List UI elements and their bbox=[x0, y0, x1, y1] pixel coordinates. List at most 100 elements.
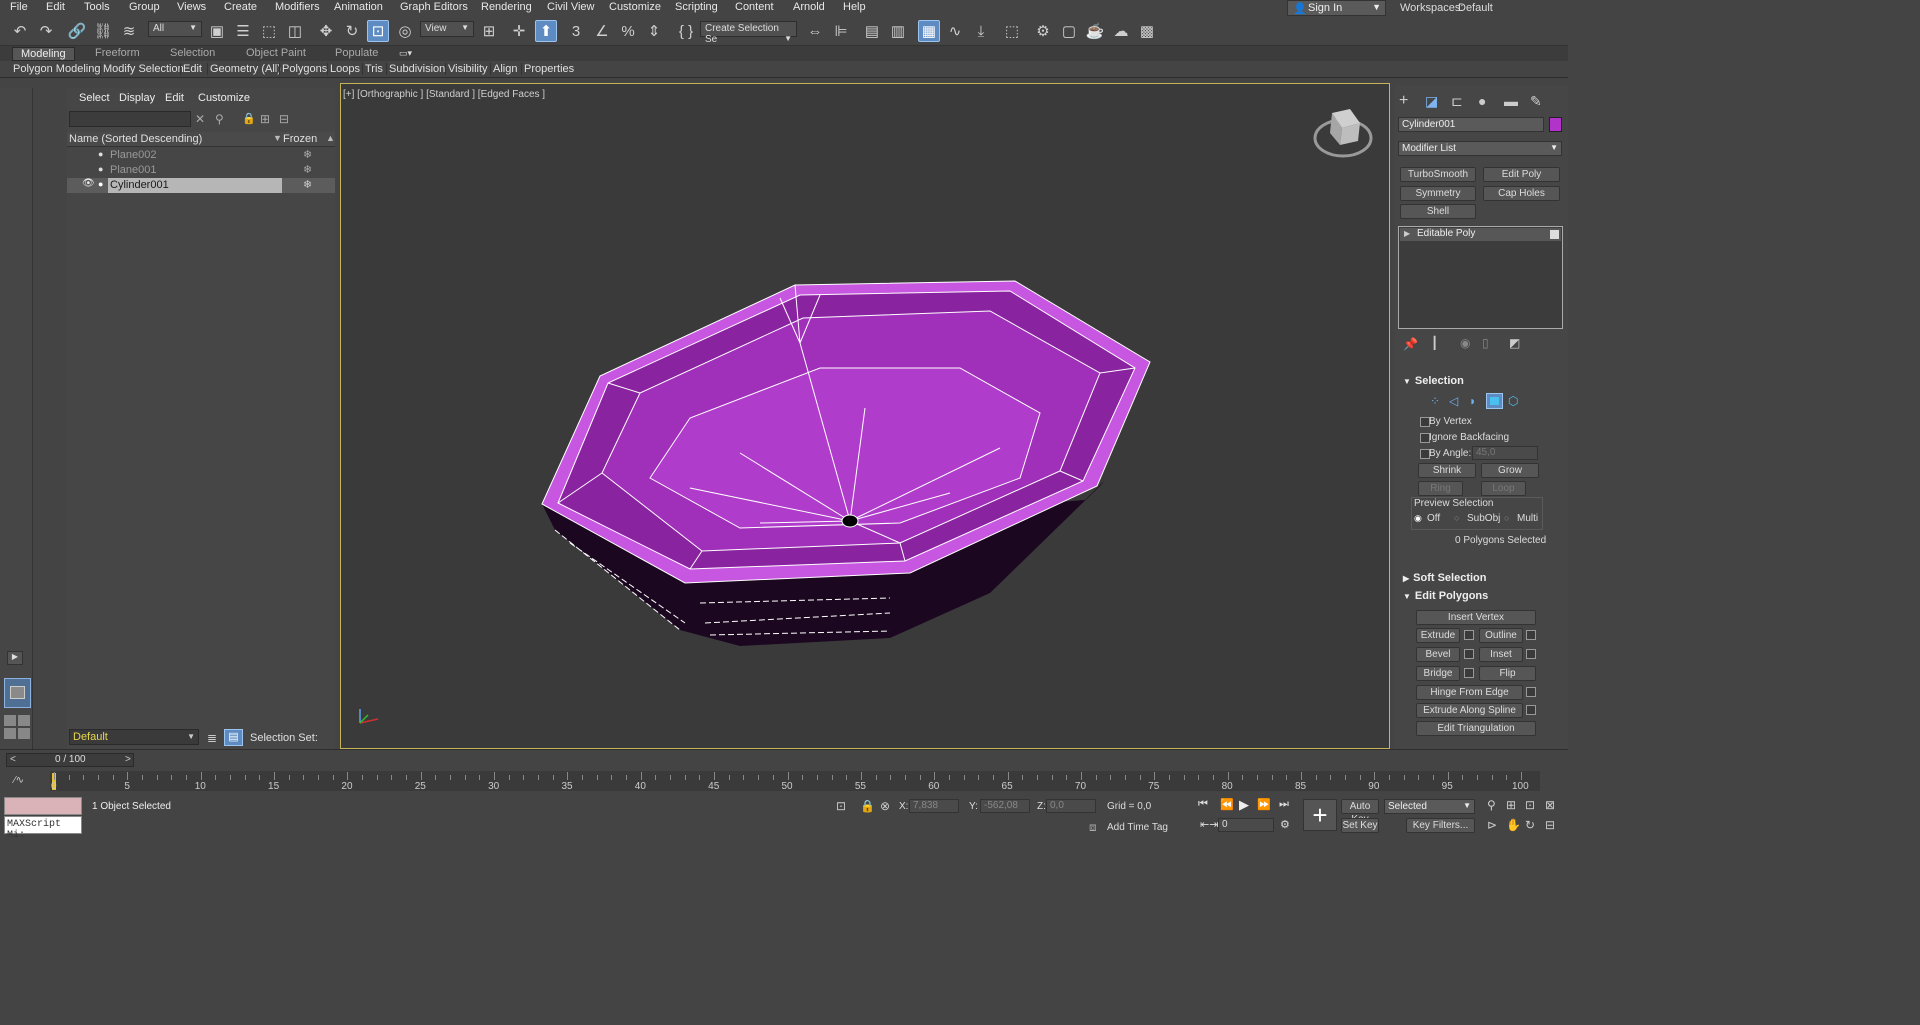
radio-multi[interactable]: ○ bbox=[1504, 513, 1509, 523]
extrude-along-spline-button[interactable]: Extrude Along Spline bbox=[1416, 703, 1523, 718]
maxscript-listener-pink[interactable] bbox=[4, 797, 82, 815]
hinge-settings-icon[interactable] bbox=[1526, 687, 1536, 697]
curve-editor-icon[interactable]: ∿ bbox=[944, 20, 966, 42]
extrude-button[interactable]: Extrude bbox=[1416, 628, 1460, 643]
menu-tools[interactable]: Tools bbox=[84, 1, 110, 13]
set-key-button[interactable]: Set Key bbox=[1341, 818, 1379, 833]
show-end-result-icon[interactable]: ┃ bbox=[1431, 336, 1438, 350]
menu-content[interactable]: Content bbox=[735, 1, 774, 13]
scene-search-input[interactable] bbox=[69, 111, 191, 127]
pin-stack-icon[interactable]: 📌 bbox=[1403, 337, 1418, 351]
modifier-list-dropdown[interactable]: Modifier List ▼ bbox=[1398, 141, 1562, 156]
turbosmooth-button[interactable]: TurboSmooth bbox=[1400, 167, 1476, 182]
prev-frame-icon[interactable]: < bbox=[10, 754, 16, 765]
table-row[interactable]: 👁 ● Cylinder001 ❄ bbox=[67, 178, 335, 193]
edit-poly-button[interactable]: Edit Poly bbox=[1483, 167, 1560, 182]
key-set-dropdown[interactable]: Selected ▼ bbox=[1384, 799, 1475, 814]
unlink-icon[interactable]: ⛓ bbox=[92, 20, 114, 42]
menu-edit[interactable]: Edit bbox=[46, 1, 65, 13]
render-cloud-icon[interactable]: ☁ bbox=[1110, 20, 1132, 42]
mini-curve-editor-icon[interactable]: ⁄∿ bbox=[14, 775, 24, 786]
table-row[interactable]: ● Plane002 ❄ bbox=[67, 148, 335, 163]
renderable-icon[interactable]: ● bbox=[98, 149, 103, 159]
inset-settings-icon[interactable] bbox=[1526, 649, 1536, 659]
menu-civil-view[interactable]: Civil View bbox=[547, 1, 594, 13]
menu-scripting[interactable]: Scripting bbox=[675, 1, 718, 13]
angle-snap-icon[interactable]: ∠ bbox=[591, 20, 613, 42]
edge-mode-icon[interactable]: ◁ bbox=[1449, 394, 1458, 408]
zoom-icon[interactable]: ⚲ bbox=[1487, 798, 1496, 812]
bridge-settings-icon[interactable] bbox=[1464, 668, 1474, 678]
object-color-swatch[interactable] bbox=[1549, 117, 1562, 132]
eye-icon[interactable]: 👁 bbox=[82, 178, 95, 189]
redo-icon[interactable]: ↷ bbox=[35, 20, 57, 42]
isolate-selection-icon[interactable]: ⊡ bbox=[836, 799, 846, 813]
lock-icon[interactable]: 🔒 bbox=[242, 112, 256, 125]
outline-button[interactable]: Outline bbox=[1479, 628, 1523, 643]
schematic-view-icon[interactable]: ⤓ bbox=[970, 20, 992, 42]
ribbon-subdivision[interactable]: Subdivision bbox=[386, 63, 447, 75]
ribbon-tris[interactable]: Tris bbox=[362, 63, 385, 75]
named-selection-icon[interactable]: { } bbox=[675, 20, 697, 42]
make-unique-icon[interactable]: ◉ bbox=[1460, 336, 1470, 350]
expand-arrow-icon[interactable]: ▶ bbox=[7, 651, 23, 665]
polygon-mode-icon[interactable] bbox=[1486, 393, 1503, 409]
tab-freeform[interactable]: Freeform bbox=[95, 47, 140, 59]
menu-create[interactable]: Create bbox=[224, 1, 257, 13]
grow-button[interactable]: Grow bbox=[1481, 463, 1539, 478]
scene-menu-customize[interactable]: Customize bbox=[198, 92, 250, 104]
menu-modifiers[interactable]: Modifiers bbox=[275, 1, 320, 13]
auto-key-button[interactable]: Auto Key bbox=[1341, 799, 1379, 825]
ribbon-align[interactable]: Align bbox=[490, 63, 519, 75]
radio-subobj[interactable]: ○ bbox=[1454, 513, 1459, 523]
ring-button[interactable]: Ring bbox=[1418, 481, 1463, 496]
outline-settings-icon[interactable] bbox=[1526, 630, 1536, 640]
tab-selection[interactable]: Selection bbox=[170, 47, 215, 59]
hierarchy-tab-icon[interactable]: ⊏ bbox=[1451, 93, 1463, 110]
freeze-icon[interactable]: ❄ bbox=[303, 163, 312, 176]
extrude-spline-settings-icon[interactable] bbox=[1526, 705, 1536, 715]
modify-tab-icon[interactable]: ◪ bbox=[1425, 93, 1438, 110]
selection-lock-icon[interactable]: 🔒 bbox=[860, 799, 875, 813]
undo-icon[interactable]: ↶ bbox=[9, 20, 31, 42]
select-by-name-icon[interactable]: ☰ bbox=[232, 20, 254, 42]
menu-graph-editors[interactable]: Graph Editors bbox=[400, 1, 468, 13]
scene-menu-display[interactable]: Display bbox=[119, 92, 155, 104]
border-mode-icon[interactable]: ◗ bbox=[1469, 394, 1476, 408]
ribbon-visibility[interactable]: Visibility bbox=[445, 63, 490, 75]
time-slider[interactable]: < 0 / 100 > bbox=[6, 753, 134, 767]
menu-rendering[interactable]: Rendering bbox=[481, 1, 532, 13]
stack-item-editable-poly[interactable]: ▶ Editable Poly bbox=[1400, 228, 1561, 241]
loop-button[interactable]: Loop bbox=[1481, 481, 1526, 496]
layers-icon[interactable]: ≣ bbox=[207, 731, 217, 745]
time-tag-icon[interactable]: ⧈ bbox=[1089, 820, 1097, 835]
layer-dropdown[interactable]: Default ▼ bbox=[69, 729, 199, 745]
element-mode-icon[interactable]: ⬡ bbox=[1508, 394, 1518, 408]
named-selection-set-dropdown[interactable]: Create Selection Se ▼ bbox=[700, 21, 797, 45]
snaps-toggle-icon[interactable]: 3 bbox=[565, 20, 587, 42]
a360-gallery-icon[interactable]: ▩ bbox=[1136, 20, 1158, 42]
ribbon-geometry-all[interactable]: Geometry (All) bbox=[207, 63, 283, 75]
renderable-icon[interactable]: ● bbox=[98, 164, 103, 174]
rectangular-selection-icon[interactable]: ⬚ bbox=[258, 20, 280, 42]
cap-holes-button[interactable]: Cap Holes bbox=[1483, 186, 1560, 201]
go-to-start-icon[interactable]: ⏮ bbox=[1198, 798, 1208, 811]
edit-polygons-rollout-header[interactable]: ▼ Edit Polygons bbox=[1399, 590, 1559, 606]
x-coordinate-field[interactable]: 7,838 bbox=[909, 799, 959, 813]
scene-menu-select[interactable]: Select bbox=[79, 92, 110, 104]
bevel-button[interactable]: Bevel bbox=[1416, 647, 1460, 662]
rotate-icon[interactable]: ↻ bbox=[341, 20, 363, 42]
orbit-icon[interactable]: ↻ bbox=[1525, 818, 1535, 832]
edit-triangulation-button[interactable]: Edit Triangulation bbox=[1416, 721, 1536, 736]
time-configuration-icon[interactable]: ⚙ bbox=[1280, 818, 1290, 831]
maximize-viewport-icon[interactable]: ⊟ bbox=[1545, 818, 1555, 832]
key-mode-icon[interactable]: ⇤⇥ bbox=[1200, 818, 1218, 831]
remove-modifier-icon[interactable]: ▯ bbox=[1482, 336, 1489, 350]
angle-spinner[interactable]: 45,0 bbox=[1472, 446, 1538, 460]
menu-help[interactable]: Help bbox=[843, 1, 866, 13]
selection-filter-dropdown[interactable]: All ▼ bbox=[148, 21, 202, 37]
y-coordinate-field[interactable]: -562,08 bbox=[980, 799, 1030, 813]
viewport-layout-grid-icon[interactable] bbox=[4, 715, 31, 743]
spinner-snap-icon[interactable]: ⇕ bbox=[643, 20, 665, 42]
key-filters-button[interactable]: Key Filters... bbox=[1406, 818, 1475, 833]
